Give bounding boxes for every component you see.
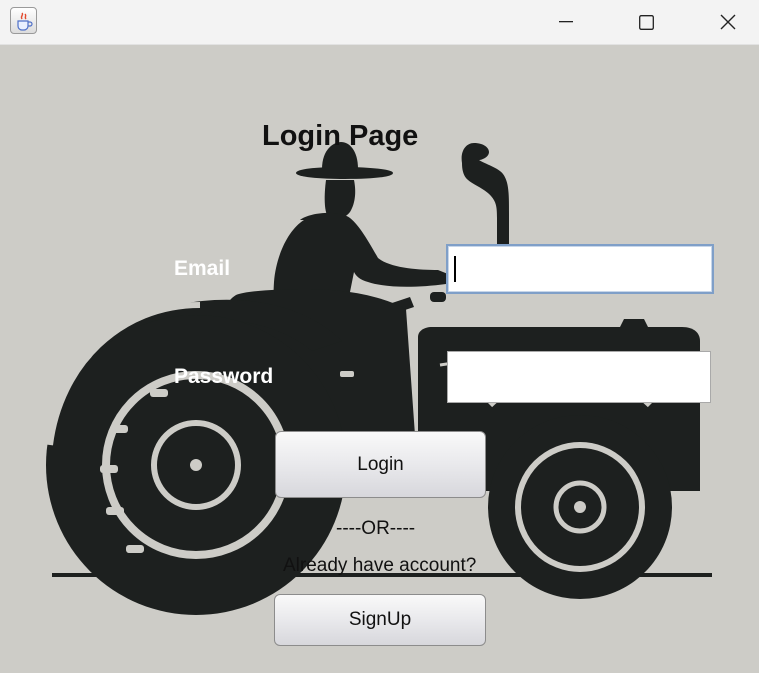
email-field[interactable] <box>446 244 714 294</box>
minimize-icon <box>559 21 573 23</box>
signup-button[interactable]: SignUp <box>274 594 486 646</box>
window-titlebar <box>0 0 759 45</box>
page-title: Login Page <box>262 120 419 152</box>
java-app-icon[interactable] <box>10 7 37 34</box>
login-panel: Login Page Email Password Login ----OR--… <box>0 45 759 673</box>
or-separator: ----OR---- <box>336 518 416 539</box>
text-cursor <box>454 256 456 282</box>
login-button[interactable]: Login <box>275 431 486 498</box>
close-button[interactable] <box>700 0 756 44</box>
close-icon <box>720 14 736 30</box>
minimize-button[interactable] <box>538 0 594 44</box>
email-label: Email <box>174 257 231 280</box>
account-prompt: Already have account? <box>283 555 477 576</box>
maximize-icon <box>638 14 654 30</box>
password-label: Password <box>174 365 274 388</box>
password-field[interactable] <box>447 351 711 403</box>
maximize-button[interactable] <box>618 0 674 44</box>
